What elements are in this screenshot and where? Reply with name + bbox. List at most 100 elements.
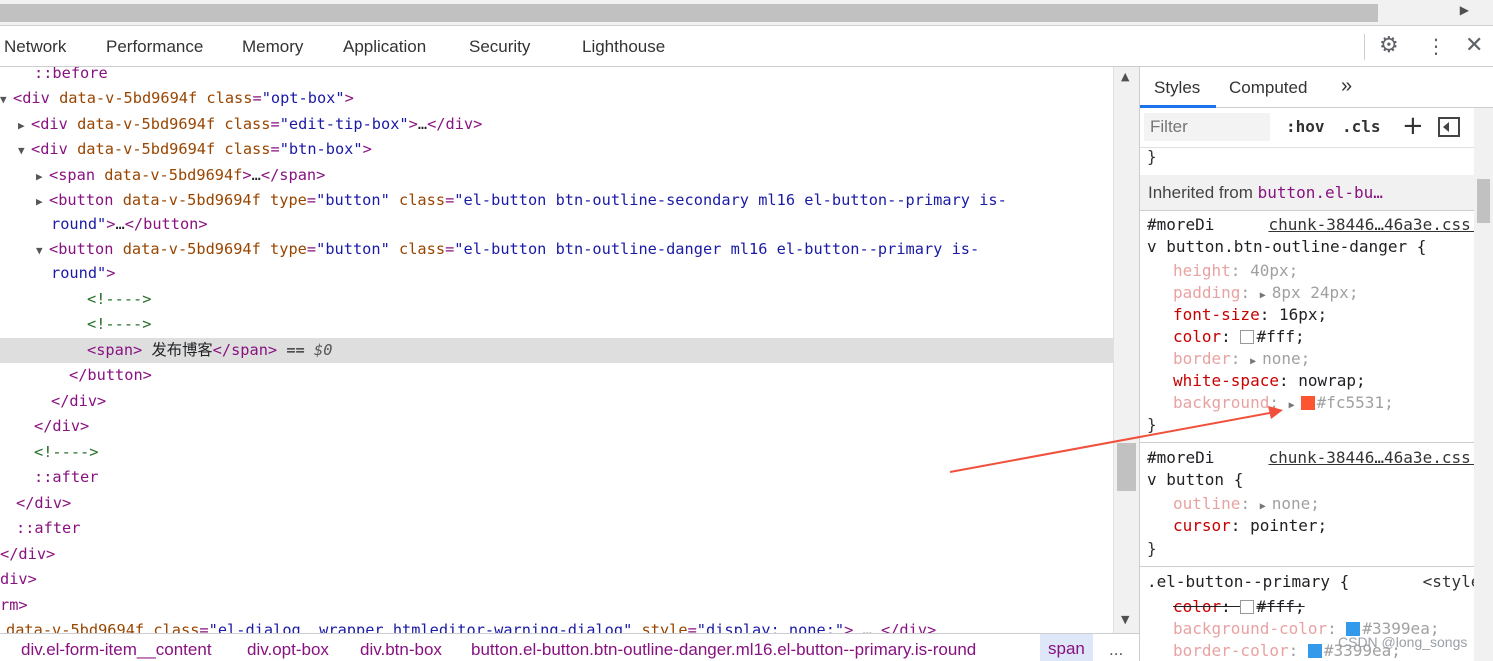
expand-shorthand-icon[interactable]: ▶ (1289, 400, 1301, 411)
close-icon[interactable]: ✕ (1465, 34, 1483, 58)
css-property-value[interactable]: 16px; (1279, 305, 1327, 324)
tab-network[interactable]: Network (4, 37, 66, 57)
breadcrumb-item-active[interactable]: span (1040, 634, 1093, 661)
css-property-value[interactable]: nowrap; (1298, 371, 1365, 390)
expand-shorthand-icon[interactable]: ▶ (1260, 501, 1272, 512)
dom-node[interactable]: ▶ <button data-v-5bd9694f type="button" c… (0, 188, 1113, 213)
rule-selector[interactable]: #moreDi (1147, 214, 1214, 236)
gear-icon[interactable]: ⚙ (1379, 34, 1399, 58)
css-property-value[interactable]: 8px 24px; (1272, 283, 1359, 302)
elements-scrollbar[interactable]: ▲ ▼ (1113, 67, 1139, 633)
new-style-rule-button[interactable]: + (1402, 111, 1424, 141)
css-property-row[interactable]: cursor: pointer; (1173, 515, 1327, 537)
dom-node[interactable]: <!----> (0, 312, 1113, 337)
kebab-menu-icon[interactable]: ⋮ (1426, 34, 1446, 58)
dom-node[interactable]: </button> (0, 363, 1113, 388)
color-swatch[interactable] (1300, 396, 1315, 410)
inherited-selector-link[interactable]: button.el-bu… (1258, 183, 1383, 202)
rule-selector[interactable]: v button.btn-outline-danger { (1147, 236, 1426, 258)
css-property-name[interactable]: padding (1173, 283, 1240, 302)
breadcrumb-item[interactable]: div.el-form-item__content (21, 640, 212, 660)
dom-node-selected[interactable]: <span> 发布博客</span> == $0 (0, 338, 1113, 363)
css-property-value[interactable]: pointer; (1250, 516, 1327, 535)
cls-toggle[interactable]: .cls (1342, 117, 1381, 136)
expand-triangle-open-icon[interactable]: ▼ (36, 238, 49, 263)
hov-toggle[interactable]: :hov (1286, 117, 1325, 136)
more-tabs-icon[interactable]: » (1341, 75, 1352, 98)
css-property-value[interactable]: none; (1272, 494, 1320, 513)
css-property-name[interactable]: outline (1173, 494, 1240, 513)
expand-triangle-closed-icon[interactable]: ▶ (18, 113, 31, 138)
dom-node[interactable]: ::after (0, 516, 1113, 541)
filter-input[interactable] (1144, 113, 1270, 141)
css-property-value[interactable]: none; (1262, 349, 1310, 368)
css-property-name[interactable]: font-size (1173, 305, 1260, 324)
dom-node[interactable]: data-v-5bd9694f class="el-dialog__wrappe… (0, 618, 1113, 633)
css-property-row[interactable]: white-space: nowrap; (1173, 370, 1366, 392)
styles-scrollbar-thumb[interactable] (1477, 179, 1490, 223)
css-property-value[interactable]: #fc5531; (1317, 393, 1394, 412)
css-property-value[interactable]: #fff; (1256, 597, 1304, 616)
css-property-value[interactable]: #fff; (1256, 327, 1304, 346)
expand-shorthand-icon[interactable]: ▶ (1260, 290, 1272, 301)
scroll-up-arrow-icon[interactable]: ▲ (1121, 70, 1129, 83)
tab-security[interactable]: Security (469, 37, 530, 57)
tab-performance[interactable]: Performance (106, 37, 203, 57)
tab-styles[interactable]: Styles (1154, 78, 1200, 98)
scroll-down-arrow-icon[interactable]: ▼ (1121, 613, 1129, 626)
dom-node[interactable]: rm> (0, 593, 1113, 618)
css-property-row[interactable]: height: 40px; (1173, 260, 1298, 282)
dom-token: "btn-box" (279, 140, 363, 158)
css-property-name[interactable]: color (1173, 597, 1221, 616)
css-property-row[interactable]: color: #fff; (1173, 326, 1305, 348)
css-property-name[interactable]: height (1173, 261, 1231, 280)
scroll-right-arrow-icon[interactable]: ▶ (1460, 3, 1469, 17)
dom-node[interactable]: ▼ <div data-v-5bd9694f class="btn-box"> (0, 137, 1113, 162)
horizontal-scrollbar-thumb[interactable] (0, 4, 1378, 22)
dom-node[interactable]: </div> (0, 542, 1113, 567)
breadcrumb-item[interactable]: button.el-button.btn-outline-danger.ml16… (471, 640, 976, 660)
dom-node[interactable]: ▶ <span data-v-5bd9694f>…</span> (0, 163, 1113, 188)
color-swatch[interactable] (1307, 644, 1322, 658)
dom-node[interactable]: <!----> (0, 287, 1113, 312)
expand-triangle-open-icon[interactable]: ▼ (0, 87, 13, 112)
dom-node[interactable]: round"> (0, 261, 1113, 286)
css-property-name[interactable]: border (1173, 349, 1231, 368)
css-property-name[interactable]: white-space (1173, 371, 1279, 390)
rule-source-link[interactable]: chunk-38446…46a3e.css:1 (1268, 214, 1490, 236)
tab-lighthouse[interactable]: Lighthouse (582, 37, 665, 57)
dom-token: type (270, 191, 307, 209)
dom-node[interactable]: ▶ <div data-v-5bd9694f class="edit-tip-bo… (0, 112, 1113, 137)
css-property-name[interactable]: color (1173, 327, 1221, 346)
css-property-name[interactable]: border-color (1173, 641, 1289, 660)
toggle-sidebar-icon[interactable] (1438, 117, 1460, 137)
expand-triangle-closed-icon[interactable]: ▶ (36, 164, 49, 189)
css-property-row[interactable]: font-size: 16px; (1173, 304, 1327, 326)
styles-scrollbar[interactable] (1474, 108, 1493, 661)
elements-tree[interactable]: ::before ▼ <div data-v-5bd9694f class="op… (0, 67, 1113, 633)
tab-memory[interactable]: Memory (242, 37, 303, 57)
dom-node[interactable]: </div> (0, 491, 1113, 516)
dom-node[interactable]: div> (0, 567, 1113, 592)
tab-computed[interactable]: Computed (1229, 78, 1307, 98)
expand-triangle-closed-icon[interactable]: ▶ (36, 189, 49, 214)
rule-selector[interactable]: .el-button--primary { (1147, 571, 1349, 593)
dom-node[interactable]: round">…</button> (0, 212, 1113, 237)
css-property-name[interactable]: cursor (1173, 516, 1231, 535)
expand-triangle-open-icon[interactable]: ▼ (18, 138, 31, 163)
breadcrumb-item[interactable]: div.btn-box (360, 640, 442, 660)
dom-node[interactable]: ::before (0, 67, 1113, 86)
horizontal-scrollbar[interactable]: ▶ (0, 0, 1493, 26)
rule-source-link[interactable]: chunk-38446…46a3e.css:1 (1268, 447, 1490, 469)
css-property-row[interactable]: color: #fff; (1173, 596, 1305, 618)
breadcrumb-item[interactable]: div.opt-box (247, 640, 329, 660)
color-swatch[interactable] (1240, 330, 1255, 344)
dom-node[interactable]: ▼ <button data-v-5bd9694f type="button" c… (0, 237, 1113, 262)
tab-application[interactable]: Application (343, 37, 426, 57)
css-property-name[interactable]: background-color (1173, 619, 1327, 638)
breadcrumb-overflow[interactable]: ... (1109, 640, 1123, 660)
css-property-value[interactable]: 40px; (1250, 261, 1298, 280)
dom-node[interactable]: ▼ <div data-v-5bd9694f class="opt-box"> (0, 86, 1113, 111)
expand-shorthand-icon[interactable]: ▶ (1250, 356, 1262, 367)
color-swatch[interactable] (1240, 600, 1255, 614)
